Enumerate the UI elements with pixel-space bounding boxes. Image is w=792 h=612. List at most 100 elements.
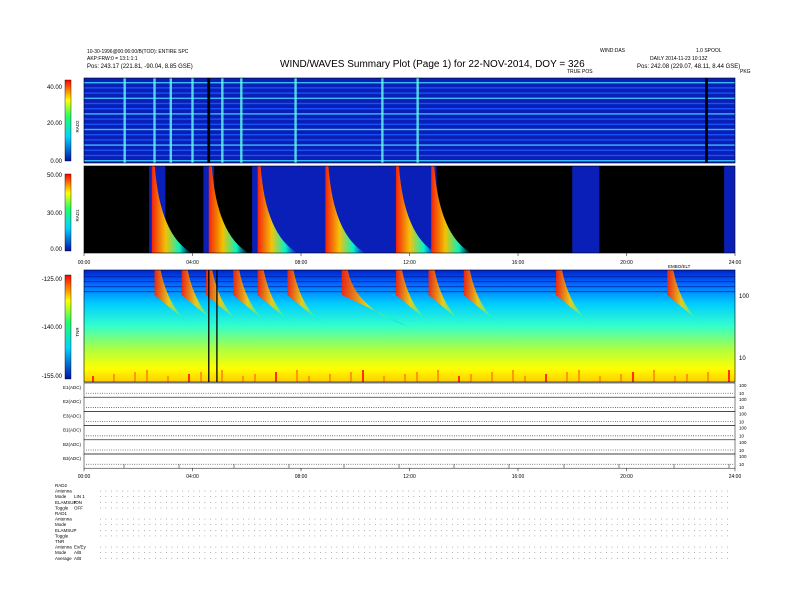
tnr-spike <box>200 372 202 382</box>
rad2-stripe <box>84 154 735 157</box>
channel-row-label: E2(ADC) <box>63 399 82 404</box>
channel-xtick-label: 20:00 <box>620 474 633 480</box>
rad1-gap <box>84 166 150 253</box>
tnr-ytick-label: -140.00 <box>42 325 63 331</box>
rad2-stripe <box>84 160 735 162</box>
rad2-burst <box>416 78 419 163</box>
settings-key: Mode <box>55 494 67 499</box>
settings-key: Toggle <box>55 505 69 510</box>
channel-scale-label: 10 <box>739 405 745 410</box>
tnr-spike <box>524 376 526 382</box>
rad2-stripe <box>84 128 735 131</box>
settings-key: Toggle <box>55 533 69 538</box>
tnr-spike <box>350 372 352 382</box>
rad1-xtick-label: 08:00 <box>295 260 308 266</box>
channel-row-frame <box>83 396 736 412</box>
tnr-spike <box>686 374 688 382</box>
channel-xtick-label: 08:00 <box>295 474 308 480</box>
tnr-spike <box>545 374 547 382</box>
tnr-ytick-label: -155.00 <box>42 374 63 380</box>
rad2-burst <box>240 78 243 163</box>
settings-value: OFF <box>74 505 83 510</box>
channel-row-label: B1(ADC) <box>63 428 82 433</box>
rad1-xtick-label: 20:00 <box>620 260 633 266</box>
settings-value: A/B <box>74 556 81 561</box>
channel-scale-label: 10 <box>739 434 745 439</box>
rad2-stripe <box>84 102 735 105</box>
channel-row-frame <box>83 382 736 398</box>
rad2-burst <box>381 78 384 163</box>
tnr-spike <box>653 370 655 382</box>
tnr-spike <box>188 374 190 382</box>
rad2-burst <box>123 78 126 163</box>
tnr-spike <box>221 370 223 382</box>
channel-scale-label: 100 <box>739 397 747 402</box>
rad2-burst <box>294 78 297 163</box>
tnr-ylabel: TNR <box>75 327 80 337</box>
channel-row-label: B3(ADC) <box>63 456 82 461</box>
rad1-xtick-label: 04:00 <box>186 260 199 266</box>
channel-row-label: E3(ADC) <box>63 413 82 418</box>
rad2-stripe <box>84 134 735 136</box>
rad2-colorbar <box>64 79 72 162</box>
rad2-ytick-label: 40.00 <box>47 85 63 91</box>
settings-key: Mode <box>55 550 67 555</box>
rad2-stripe <box>84 123 735 125</box>
settings-value: ION <box>74 500 82 505</box>
tnr-spike <box>491 372 493 382</box>
rad2-stripe <box>84 97 735 99</box>
rad2-burst <box>191 78 194 163</box>
rad1-ylabel: RAD1 <box>75 209 80 222</box>
rad1-xtick-label: 00:00 <box>78 260 91 266</box>
tnr-spike <box>728 370 730 382</box>
rad1-gap <box>599 166 725 253</box>
tnr-spike <box>512 370 514 382</box>
rad2-stripe <box>84 87 735 89</box>
settings-group-name: RAD2 <box>55 483 68 488</box>
tnr-top-label: EMBO/ELT <box>668 264 691 269</box>
rad2-ylabel: RAD2 <box>75 120 80 133</box>
tnr-spike <box>275 372 277 382</box>
rad2-stripe <box>84 113 735 115</box>
tnr-ytick-label: -125.00 <box>42 277 63 283</box>
settings-key: Antenna <box>55 489 72 494</box>
channel-row-label: B2(ADC) <box>63 442 82 447</box>
rad1-xtick-label: 12:00 <box>403 260 416 266</box>
rad1-ytick-label: 50.00 <box>47 173 63 179</box>
rad1-colorbar <box>64 173 72 252</box>
rad2-stripe <box>84 118 735 120</box>
channel-row-frame <box>83 411 736 426</box>
rad2-dropout <box>207 78 211 163</box>
tnr-spike <box>308 376 310 382</box>
tnr-spike <box>620 374 622 382</box>
rad2-burst <box>221 78 224 163</box>
tnr-spike <box>383 376 385 382</box>
tnr-spike <box>707 372 709 382</box>
channel-scale-label: 10 <box>739 462 745 467</box>
tnr-right-tick-label: 100 <box>739 294 750 300</box>
settings-value: A/B <box>74 550 81 555</box>
tnr-spike <box>113 374 115 382</box>
rad1-xtick-label: 16:00 <box>512 260 525 266</box>
rad2-stripe <box>84 144 735 146</box>
rad2-stripe <box>84 139 735 141</box>
tnr-spike <box>167 376 169 382</box>
settings-value: Ex/Ey <box>74 545 87 550</box>
rad2-burst <box>169 78 172 163</box>
settings-key: Antenna <box>55 517 72 522</box>
tnr-spike <box>242 376 244 382</box>
tnr-spike <box>437 370 439 382</box>
rad1-ytick-label: 30.00 <box>47 211 63 217</box>
channel-row-frame <box>83 425 736 441</box>
channel-row-frame <box>83 439 736 455</box>
channel-scale-label: 10 <box>739 391 745 396</box>
rad2-ytick-label: 20.00 <box>47 121 63 127</box>
channel-scale-label: 100 <box>739 454 747 459</box>
channel-row-frame <box>83 453 736 469</box>
tnr-spike <box>632 372 634 382</box>
tnr-spike <box>578 370 580 382</box>
rad2-stripe <box>84 108 735 110</box>
tnr-spike <box>146 370 148 382</box>
settings-key: Mode <box>55 522 67 527</box>
channel-scale-label: 100 <box>739 426 747 431</box>
